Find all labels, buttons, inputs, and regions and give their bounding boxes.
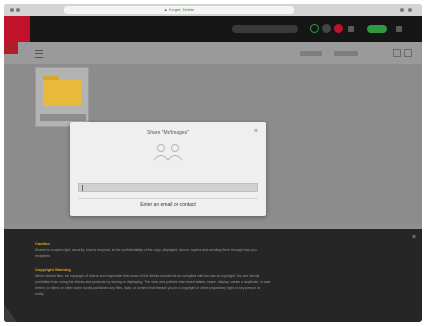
share-people-icon <box>153 144 183 161</box>
address-bar[interactable]: ▲ Forget, Delete <box>64 6 294 14</box>
share-email-input[interactable] <box>78 183 258 192</box>
browser-menu-icon[interactable] <box>400 8 404 12</box>
app-window: ▲ Forget, Delete Share "Mr/Images" × Ent… <box>4 4 422 322</box>
brand-logo[interactable] <box>4 16 30 42</box>
list-view-icon[interactable] <box>404 49 412 57</box>
copyright-line: herein, to mimic or other some works pub… <box>35 286 261 290</box>
corner-decoration <box>4 304 20 322</box>
folder-icon <box>43 76 81 106</box>
browser-chrome: ▲ Forget, Delete <box>4 4 422 16</box>
copyright-line: When shared files, be copyright of other… <box>35 274 260 278</box>
window-control-icon[interactable] <box>16 8 20 12</box>
text-cursor <box>82 185 83 191</box>
status-icon[interactable] <box>310 24 319 33</box>
close-icon[interactable]: × <box>254 128 258 135</box>
user-icon[interactable] <box>396 26 402 32</box>
caution-heading: Caution <box>35 241 50 246</box>
sub-toolbar <box>4 42 422 64</box>
hamburger-menu-icon[interactable] <box>35 50 43 58</box>
close-icon[interactable]: × <box>412 234 416 241</box>
add-contact-link[interactable]: Enter an email or contact <box>70 202 266 208</box>
new-folder-button[interactable] <box>300 51 322 56</box>
status-pill[interactable] <box>367 25 387 33</box>
caution-line: recipients <box>35 254 50 258</box>
alert-icon[interactable] <box>334 24 343 33</box>
upload-button[interactable] <box>334 51 358 56</box>
folder-item[interactable] <box>35 67 89 127</box>
caution-line: Shared is a cyber-right, security, how t… <box>35 248 257 252</box>
folder-name <box>40 114 86 121</box>
copyright-line: prohibited from using the Works and prod… <box>35 280 271 284</box>
notification-icon[interactable] <box>322 24 331 33</box>
dialog-title: Share "Mr/Images" <box>147 130 189 136</box>
grid-view-icon[interactable] <box>393 49 401 57</box>
dialog-divider <box>78 198 258 199</box>
side-accent <box>4 42 18 54</box>
app-toolbar <box>4 16 422 42</box>
window-control-icon[interactable] <box>10 8 14 12</box>
copyright-line: entity. <box>35 292 45 296</box>
search-input[interactable] <box>232 25 298 33</box>
warning-banner: × Caution Shared is a cyber-right, secur… <box>4 229 422 322</box>
copyright-heading: Copyright Warning <box>35 267 71 272</box>
browser-menu-icon[interactable] <box>408 8 412 12</box>
share-dialog: Share "Mr/Images" × Enter an email or co… <box>70 122 266 216</box>
settings-icon[interactable] <box>348 26 354 32</box>
